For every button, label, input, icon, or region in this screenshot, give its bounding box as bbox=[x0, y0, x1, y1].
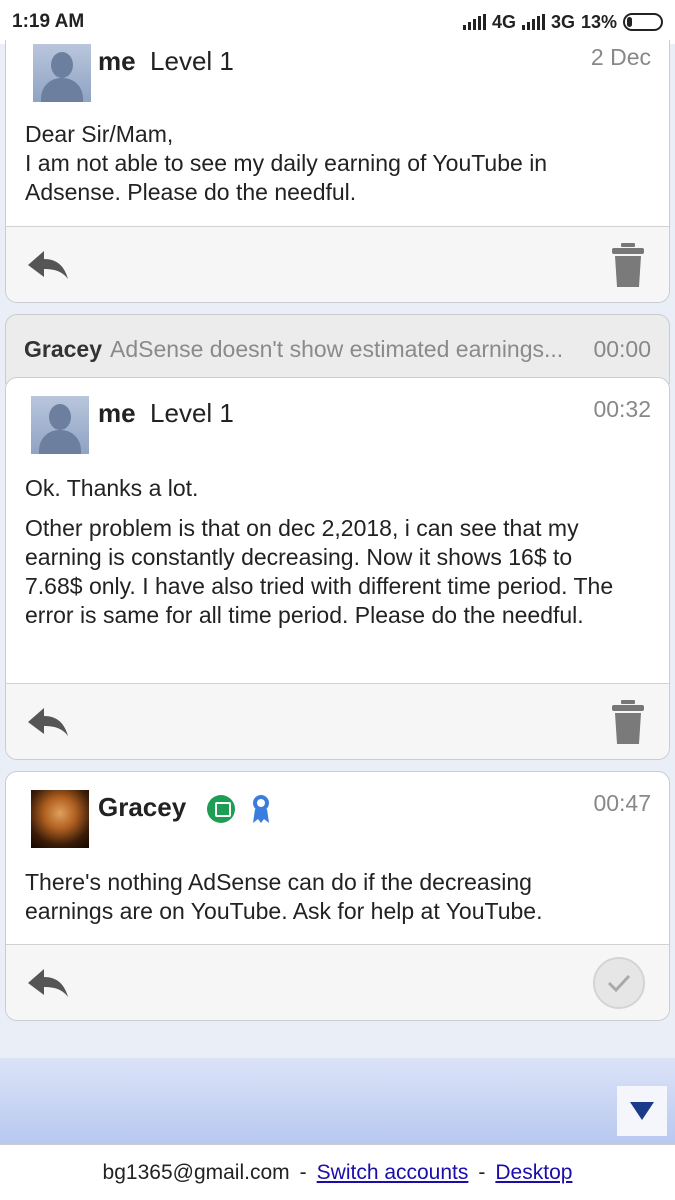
text-line: Adsense. Please do the needful. bbox=[25, 179, 357, 205]
message-card: me Level 1 2 Dec Dear Sir/Mam, I am not … bbox=[5, 40, 670, 303]
separator: - bbox=[478, 1160, 486, 1184]
avatar bbox=[31, 790, 89, 848]
signal-icon bbox=[462, 14, 486, 30]
message-card: Gracey 00:47 There's nothing AdSense can… bbox=[5, 771, 670, 1021]
text-line: error is same for all time period. Pleas… bbox=[25, 602, 584, 628]
status-time: 1:19 AM bbox=[12, 11, 85, 32]
text-line: Other problem is that on dec 2,2018, i c… bbox=[25, 515, 579, 541]
author-name: Gracey bbox=[98, 792, 187, 822]
author-level: Level 1 bbox=[150, 46, 234, 76]
account-email: bg1365@gmail.com bbox=[102, 1160, 290, 1184]
text-line: Ok. Thanks a lot. bbox=[25, 475, 199, 501]
top-contributor-badge-icon bbox=[207, 795, 236, 824]
scroll-down-button[interactable] bbox=[617, 1086, 667, 1136]
bottom-band bbox=[0, 1058, 675, 1144]
message-time: 00:47 bbox=[593, 790, 651, 816]
message-author: me Level 1 bbox=[98, 398, 234, 429]
message-actions bbox=[6, 683, 669, 759]
signal-icon-2 bbox=[521, 14, 545, 30]
reply-icon[interactable] bbox=[26, 963, 70, 1003]
trash-icon[interactable] bbox=[611, 241, 645, 289]
avatar bbox=[31, 396, 89, 454]
text-line: earnings are on YouTube. Ask for help at… bbox=[25, 898, 543, 924]
text-line: I am not able to see my daily earning of… bbox=[25, 150, 548, 176]
message-text: There's nothing AdSense can do if the de… bbox=[25, 868, 649, 926]
author-name: me bbox=[98, 46, 136, 76]
desktop-link[interactable]: Desktop bbox=[495, 1161, 572, 1185]
mark-best-answer-check-icon[interactable] bbox=[593, 957, 645, 1009]
message-actions bbox=[6, 226, 669, 302]
trash-icon[interactable] bbox=[611, 698, 645, 746]
separator: - bbox=[299, 1160, 307, 1184]
avatar bbox=[33, 44, 91, 102]
message-text: Ok. Thanks a lot. Other problem is that … bbox=[25, 474, 649, 630]
reply-icon[interactable] bbox=[26, 702, 70, 742]
battery-icon bbox=[623, 13, 663, 31]
status-bar: 1:19 AM 4G 3G 13% bbox=[0, 0, 675, 44]
collapsed-author: Gracey bbox=[24, 335, 103, 362]
author-level: Level 1 bbox=[150, 398, 234, 428]
author-name: me bbox=[98, 398, 136, 428]
text-line: 7.68$ only. I have also tried with diffe… bbox=[25, 573, 614, 599]
footer: bg1365@gmail.com - Switch accounts - Des… bbox=[0, 1144, 675, 1200]
collapsed-message[interactable]: Gracey AdSense doesn't show estimated ea… bbox=[5, 314, 670, 384]
collapsed-subject: AdSense doesn't show estimated earnings.… bbox=[110, 335, 564, 362]
message-text: Dear Sir/Mam, I am not able to see my da… bbox=[25, 120, 649, 207]
reply-icon[interactable] bbox=[26, 245, 70, 285]
status-indicators: 4G 3G 13% bbox=[462, 11, 663, 33]
message-card: me Level 1 00:32 Ok. Thanks a lot. Other… bbox=[5, 377, 670, 760]
triangle-down-icon bbox=[630, 1102, 654, 1120]
message-author: me Level 1 bbox=[98, 46, 234, 77]
collapsed-time: 00:00 bbox=[593, 335, 651, 362]
network-4g: 4G bbox=[491, 11, 516, 32]
message-actions bbox=[6, 944, 669, 1020]
message-author: Gracey bbox=[98, 792, 271, 824]
text-line: There's nothing AdSense can do if the de… bbox=[25, 869, 532, 895]
text-line: Dear Sir/Mam, bbox=[25, 121, 174, 147]
switch-accounts-link[interactable]: Switch accounts bbox=[317, 1161, 469, 1185]
ribbon-badge-icon bbox=[252, 795, 269, 824]
message-time: 00:32 bbox=[593, 396, 651, 422]
network-3g: 3G bbox=[550, 11, 575, 32]
battery-percent: 13% bbox=[580, 11, 617, 32]
message-time: 2 Dec bbox=[590, 44, 651, 70]
text-line: earning is constantly decreasing. Now it… bbox=[25, 544, 573, 570]
